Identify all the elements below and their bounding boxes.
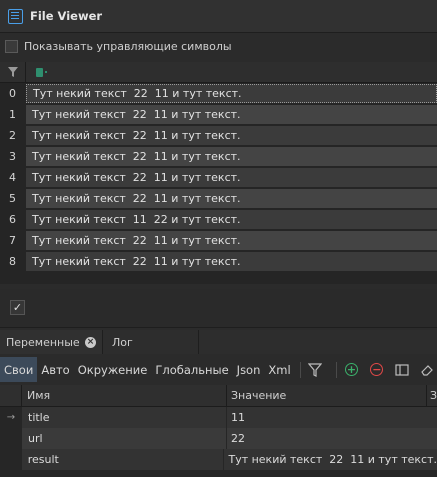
variable-name[interactable]: title: [22, 407, 227, 428]
tab-log-label: Лог: [112, 335, 133, 349]
scope-auto-button[interactable]: Авто: [37, 357, 73, 382]
options-row: Показывать управляющие символы: [0, 35, 437, 57]
variable-name[interactable]: result: [21, 449, 225, 470]
row-index: 2: [9, 129, 16, 142]
close-icon[interactable]: ×: [85, 336, 96, 348]
scope-env-button[interactable]: Окружение: [74, 357, 152, 382]
current-row-arrow-icon: [0, 428, 22, 449]
tab-variables-label: Переменные: [6, 335, 80, 349]
row-text-cell[interactable]: Тут некий текст 22 11 и тут текст.: [26, 126, 437, 145]
toolbar-separator: [335, 361, 337, 378]
variable-value[interactable]: 11: [227, 407, 437, 428]
variable-value[interactable]: 22: [227, 428, 437, 449]
row-text-cell[interactable]: Тут некий текст 22 11 и тут текст.: [26, 189, 437, 208]
toolbar-separator: [299, 361, 301, 378]
column-tag-dot: [45, 71, 47, 73]
tab-variables[interactable]: Переменные ×: [0, 330, 103, 354]
json-button[interactable]: Json: [233, 357, 265, 382]
text-grid: 0 Тут некий текст 22 11 и тут текст. 1 Тут …: [0, 61, 437, 284]
scope-global-button[interactable]: Глобальные: [151, 357, 232, 382]
column-more-header[interactable]: З: [427, 389, 437, 402]
column-tag-icon[interactable]: [36, 67, 43, 77]
filter-icon: [308, 362, 323, 377]
variables-header: Имя Значение З: [0, 384, 437, 407]
filter-button[interactable]: [306, 357, 325, 382]
add-variable-button[interactable]: +: [342, 357, 361, 382]
row-text-cell[interactable]: Тут некий текст 22 11 и тут текст.: [26, 84, 437, 103]
row-text-cell[interactable]: Тут некий текст 22 11 и тут текст.: [26, 252, 437, 271]
grid-row[interactable]: 2 Тут некий текст 22 11 и тут текст.: [0, 125, 437, 146]
row-index: 7: [9, 234, 16, 247]
show-control-chars-label: Показывать управляющие символы: [24, 39, 232, 53]
row-index: 3: [9, 150, 16, 163]
remove-variable-button[interactable]: −: [367, 357, 386, 382]
grid-header: [0, 61, 437, 83]
row-index: 4: [9, 171, 16, 184]
confirm-checkbox[interactable]: ✓: [10, 300, 25, 315]
row-index: 1: [9, 108, 16, 121]
minus-circle-icon: −: [370, 363, 384, 376]
bottom-tabs: Переменные × Лог: [0, 330, 437, 354]
grid-footer: ✓: [0, 289, 437, 327]
grid-row[interactable]: 1 Тут некий текст 22 11 и тут текст.: [0, 104, 437, 125]
window-title: File Viewer: [30, 9, 103, 23]
divider: [0, 327, 437, 328]
grid-row[interactable]: 8 Тут некий текст 22 11 и тут текст.: [0, 251, 437, 272]
header-gutter: [0, 384, 22, 407]
row-index: 0: [9, 87, 16, 100]
scope-own-button[interactable]: Свои: [0, 357, 38, 382]
current-row-arrow-icon: →: [6, 412, 16, 423]
grid-row[interactable]: 6 Тут некий текст 11 22 и тут текст.: [0, 209, 437, 230]
file-viewer-icon: [8, 8, 23, 24]
show-control-chars-checkbox[interactable]: [5, 39, 18, 53]
row-index: 6: [9, 213, 16, 226]
filter-icon: [7, 67, 18, 77]
xml-button[interactable]: Xml: [264, 357, 294, 382]
row-text-cell[interactable]: Тут некий текст 11 22 и тут текст.: [26, 210, 437, 229]
current-row-arrow-icon: [0, 449, 22, 470]
variable-row[interactable]: → title 11: [0, 407, 437, 428]
grid-filter-button[interactable]: [0, 61, 26, 83]
panel-button[interactable]: [392, 357, 411, 382]
grid-row[interactable]: 3 Тут некий текст 22 11 и тут текст.: [0, 146, 437, 167]
row-text-cell[interactable]: Тут некий текст 22 11 и тут текст.: [26, 105, 437, 124]
variables-toolbar: Свои Авто Окружение Глобальные Json Xml …: [0, 357, 437, 382]
panel-icon: [395, 363, 409, 376]
variables-table: Имя Значение З → title 11 url 22 result Тут не…: [0, 384, 437, 477]
clear-button[interactable]: [418, 357, 437, 382]
grid-row[interactable]: 5 Тут некий текст 22 11 и тут текст.: [0, 188, 437, 209]
variable-value[interactable]: Тут некий текст 22 11 и тут текст.: [224, 449, 437, 470]
variable-row[interactable]: result Тут некий текст 22 11 и тут текст.: [0, 449, 437, 470]
row-text-cell[interactable]: Тут некий текст 22 11 и тут текст.: [26, 147, 437, 166]
variable-row[interactable]: url 22: [0, 428, 437, 449]
grid-row[interactable]: 4 Тут некий текст 22 11 и тут текст.: [0, 167, 437, 188]
tab-log[interactable]: Лог: [103, 330, 199, 354]
grid-row[interactable]: 0 Тут некий текст 22 11 и тут текст.: [0, 83, 437, 104]
column-value-header[interactable]: Значение: [227, 384, 427, 407]
variable-name[interactable]: url: [22, 428, 227, 449]
eraser-icon: [421, 364, 434, 376]
grid-row[interactable]: 7 Тут некий текст 22 11 и тут текст.: [0, 230, 437, 251]
row-text-cell[interactable]: Тут некий текст 22 11 и тут текст.: [26, 168, 437, 187]
plus-circle-icon: +: [345, 363, 359, 376]
row-index: 8: [9, 255, 16, 268]
divider: [0, 32, 437, 33]
column-name-header[interactable]: Имя: [22, 384, 227, 407]
row-text-cell[interactable]: Тут некий текст 22 11 и тут текст.: [26, 231, 437, 250]
title-bar: File Viewer: [0, 0, 437, 32]
row-index: 5: [9, 192, 16, 205]
